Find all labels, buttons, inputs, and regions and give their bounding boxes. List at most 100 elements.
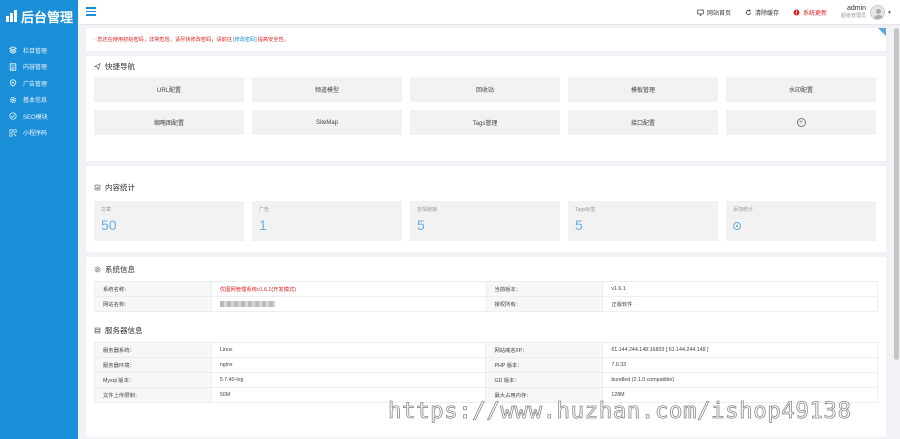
- stat-card-tags[interactable]: Tags标签 5: [568, 201, 718, 241]
- sidebar-item-label: 栏目管理: [23, 48, 48, 55]
- stat-card-links[interactable]: 友情链接 5: [410, 201, 560, 241]
- notice-prefix: · 您还在使用初始密码，非常危险，请尽快修改密码，请前往: [94, 37, 233, 43]
- page-scrollbar[interactable]: [894, 28, 899, 360]
- stat-value: 50: [101, 217, 117, 233]
- quick-add-button[interactable]: +: [726, 110, 876, 135]
- table-cell-value: 正版软件: [602, 296, 878, 312]
- sidebar-item-label: SEO模块: [23, 114, 48, 121]
- sidebar-item-seo[interactable]: SEO模块: [0, 108, 78, 125]
- user-names: admin 超级管理员: [841, 5, 866, 20]
- add-stat-icon: [733, 222, 741, 230]
- quick-channel-model-button[interactable]: 频道模型: [252, 77, 402, 102]
- gear-icon: [94, 266, 101, 272]
- topbar-actions: 网站首页 清除缓存 系统更新 admin 超级管理员 ▼: [683, 0, 892, 25]
- sidebar-item-label: 小程序码: [23, 131, 48, 138]
- stat-value: 5: [417, 217, 425, 233]
- user-role: 超级管理员: [841, 13, 867, 19]
- table-cell-value: 7.0.33: [602, 357, 878, 373]
- quick-template-button[interactable]: 模板管理: [568, 77, 718, 102]
- table-cell-key: Mysql 版本：: [94, 372, 212, 388]
- stat-label: 友情链接: [417, 207, 438, 213]
- table-cell-key: 系统名称：: [94, 281, 212, 297]
- site-home-link[interactable]: 网站首页: [697, 8, 731, 17]
- system-info-title: 系统信息: [86, 257, 886, 281]
- table-cell-value: nginx: [210, 357, 487, 373]
- avatar[interactable]: [870, 5, 886, 20]
- sidebar-item-label: 基本信息: [23, 98, 48, 105]
- quick-url-config-button[interactable]: URL配置: [94, 77, 244, 102]
- logo-icon: [6, 10, 18, 22]
- sidebar-item-content[interactable]: 内容管理: [0, 59, 78, 76]
- clear-cache-link[interactable]: 清除缓存: [745, 8, 779, 17]
- site-name-value: [210, 296, 487, 312]
- table-cell-value: 5.7.40-log: [210, 372, 487, 388]
- quick-nav-panel: 快捷导航 URL配置 频道模型 回收站 模板管理 水印配置 缩略图配置 Site…: [86, 56, 886, 161]
- table-row: Mysql 版本： 5.7.40-log GD 版本： bundled (2.1…: [94, 372, 878, 388]
- table-cell-key: 授权所有：: [485, 296, 604, 312]
- sidebar-item-basic-info[interactable]: 基本信息: [0, 92, 78, 109]
- table-cell-key: 网站名称：: [94, 296, 212, 312]
- table-cell-key: 当前版本：: [485, 281, 604, 297]
- notice-suffix: 提高安全性。: [257, 37, 289, 43]
- watermark: https://www.huzhan.com/ishop49138: [388, 398, 852, 425]
- chevron-down-icon[interactable]: ▼: [887, 10, 892, 16]
- stat-label: 文章: [101, 207, 112, 213]
- server-info-table: 服务器系统： Linux 网站域名/IP： 61.144.244.148:168…: [94, 342, 878, 403]
- user-menu[interactable]: admin 超级管理员 ▼: [841, 5, 892, 20]
- corner-triangle-icon: [878, 28, 886, 36]
- table-row: 服务器系统： Linux 网站域名/IP： 61.144.244.148:168…: [94, 342, 878, 358]
- sidebar-item-ads[interactable]: 广告管理: [0, 75, 78, 92]
- system-update-label: 系统更新: [803, 11, 828, 17]
- content-stats-title: 内容统计: [86, 166, 886, 196]
- stat-value: 1: [259, 217, 267, 233]
- table-cell-key: 服务器环境：: [94, 357, 212, 373]
- quick-tags-button[interactable]: Tags管理: [410, 110, 560, 135]
- table-cell-key: 服务器系统：: [94, 342, 212, 358]
- main-content: · 您还在使用初始密码，非常危险，请尽快修改密码，请前往 [修改密码] 提高安全…: [86, 28, 886, 437]
- table-cell-key: 文件上传限制：: [94, 387, 212, 403]
- quick-api-config-button[interactable]: 接口配置: [568, 110, 718, 135]
- layers-icon: [9, 46, 17, 54]
- stat-card-add[interactable]: 添加统计: [726, 201, 876, 241]
- clear-cache-label: 清除缓存: [755, 11, 780, 17]
- table-cell-value: 优图网管理系统v1.6.1(开发模式): [210, 281, 487, 297]
- quick-recycle-bin-button[interactable]: 回收站: [410, 77, 560, 102]
- server-info-title: 服务器信息: [86, 318, 886, 342]
- topbar: 网站首页 清除缓存 系统更新 admin 超级管理员 ▼: [78, 0, 900, 25]
- system-info-table: 系统名称： 优图网管理系统v1.6.1(开发模式) 当前版本： v1.6.1 网…: [94, 281, 878, 312]
- table-cell-value: Linux: [210, 342, 487, 358]
- sidebar-item-qrcode[interactable]: 小程序码: [0, 125, 78, 142]
- content-stats-title-text: 内容统计: [105, 182, 135, 192]
- table-row: 网站名称： 授权所有： 正版软件: [94, 296, 878, 312]
- sidebar-nav: 栏目管理 内容管理 广告管理 基本信息 SEO模块 小程序码: [0, 42, 78, 141]
- table-row: 服务器环境： nginx PHP 版本： 7.0.33: [94, 357, 878, 373]
- system-update-link[interactable]: 系统更新: [793, 8, 827, 17]
- sidebar-item-label: 广告管理: [23, 81, 48, 88]
- table-cell-value: 61.144.244.148:16803 [ 61.144.244.148 ]: [602, 342, 878, 358]
- sidebar: 后台管理 栏目管理 内容管理 广告管理 基本信息 SEO模块 小程序码: [0, 0, 78, 439]
- brand[interactable]: 后台管理: [0, 0, 78, 32]
- change-password-link[interactable]: [修改密码]: [233, 36, 257, 43]
- table-cell-value: v1.6.1: [602, 281, 878, 297]
- quick-sitemap-button[interactable]: SiteMap: [252, 110, 402, 135]
- table-cell-value: bundled (2.1.0 compatible): [602, 372, 878, 388]
- menu-toggle-icon[interactable]: [86, 7, 96, 16]
- stat-value: 5: [575, 217, 583, 233]
- content-stats-panel: 内容统计 文章 50 广告 1 友情链接 5 Tags标签 5 添加统计: [86, 166, 886, 252]
- quick-watermark-button[interactable]: 水印配置: [726, 77, 876, 102]
- redacted-site-name: [219, 300, 275, 307]
- gear-icon: [9, 96, 17, 104]
- plus-circle-icon: +: [796, 118, 806, 127]
- monitor-icon: [697, 9, 704, 16]
- quick-nav-grid: URL配置 频道模型 回收站 模板管理 水印配置 缩略图配置 SiteMap T…: [86, 76, 886, 135]
- refresh-icon: [746, 9, 751, 15]
- table-cell-key: 网站域名/IP：: [485, 342, 604, 358]
- sidebar-item-label: 内容管理: [23, 65, 48, 72]
- stat-card-ads[interactable]: 广告 1: [252, 201, 402, 241]
- alert-icon: [793, 9, 800, 16]
- quick-nav-title: 快捷导航: [86, 56, 886, 76]
- stat-card-articles[interactable]: 文章 50: [94, 201, 244, 241]
- quick-thumbnail-button[interactable]: 缩略图配置: [94, 110, 244, 135]
- system-info-title-text: 系统信息: [105, 264, 135, 274]
- sidebar-item-column[interactable]: 栏目管理: [0, 42, 78, 59]
